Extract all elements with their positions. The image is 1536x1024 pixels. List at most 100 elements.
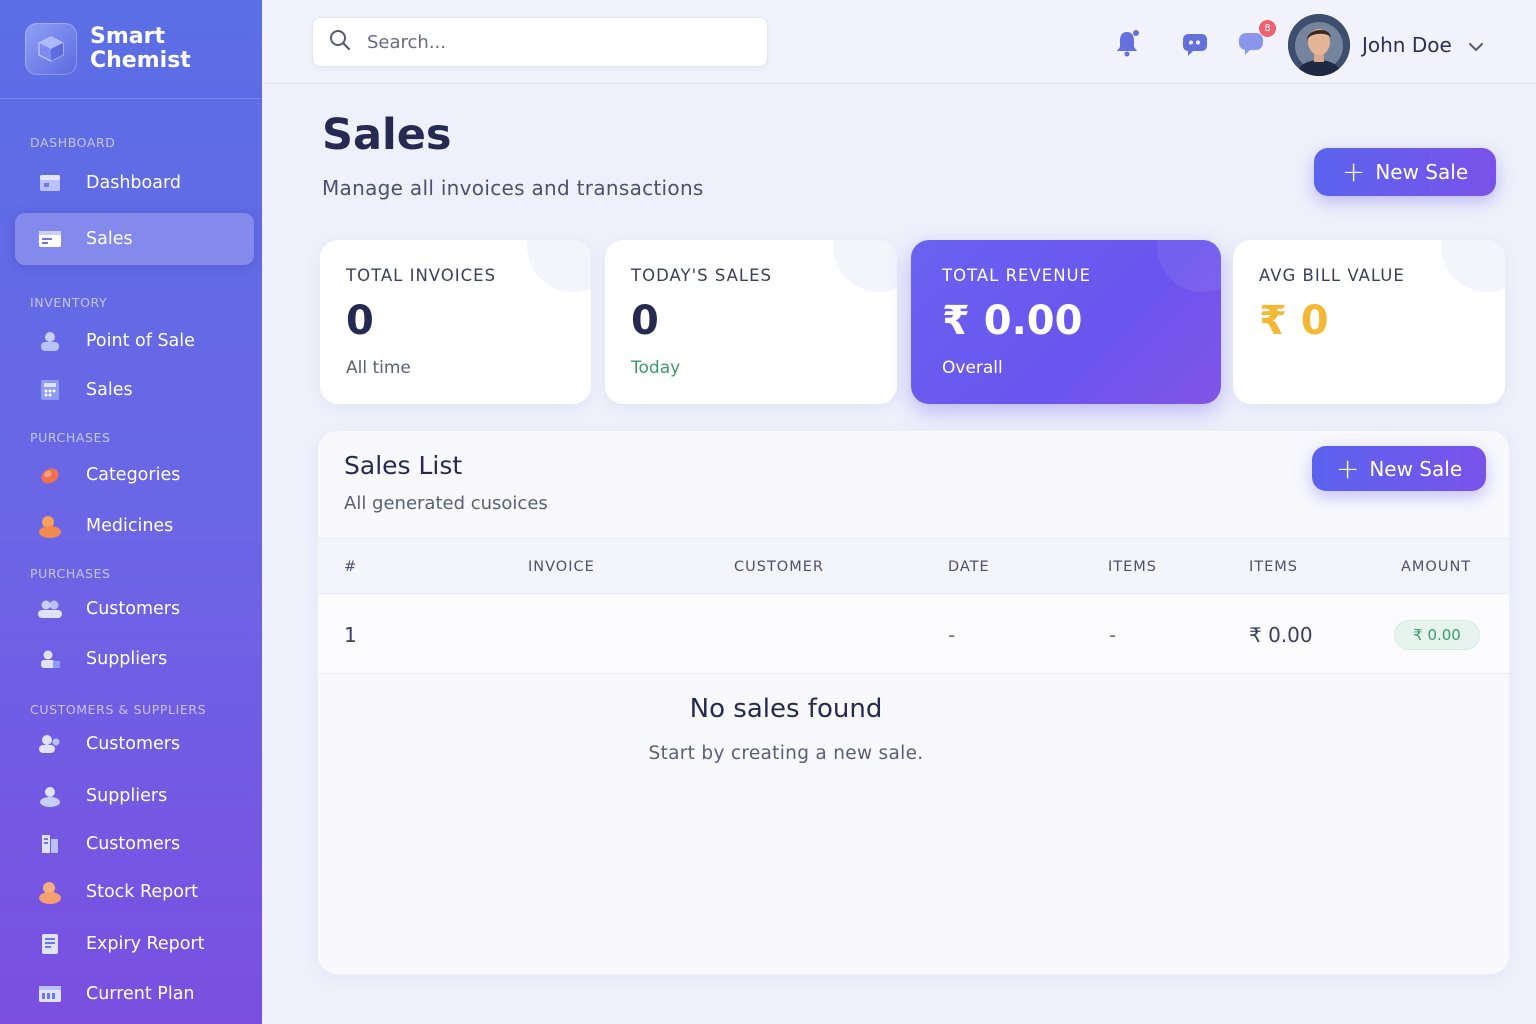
empty-state-subtitle: Start by creating a new sale. (648, 743, 924, 764)
categories-icon (37, 462, 63, 488)
page-subtitle: Manage all invoices and transactions (322, 176, 704, 200)
cell-items-2: ₹ 0.00 (1249, 623, 1313, 647)
col-amount[interactable]: AMOUNT (1401, 559, 1471, 575)
stat-sub: All time (346, 358, 411, 378)
sidebar-item-customers-report[interactable]: Customers (15, 818, 254, 870)
section-purchases-2: PURCHASES (30, 566, 111, 581)
bell-icon[interactable] (1112, 28, 1142, 58)
customers-icon (37, 596, 63, 622)
sidebar-item-point-of-sale[interactable]: Point of Sale (15, 315, 254, 367)
stat-value: ₹ 0 (1259, 298, 1329, 344)
sidebar-item-sales-active[interactable]: Sales (15, 213, 254, 265)
sidebar-item-label: Stock Report (86, 882, 199, 902)
avatar[interactable] (1288, 14, 1350, 76)
cell-items: - (1109, 623, 1117, 647)
stat-value: 0 (346, 298, 374, 344)
sidebar-item-sales-calc[interactable]: Sales (15, 364, 254, 416)
stat-card-total-revenue: TOTAL REVENUE ₹ 0.00 Overall (911, 240, 1221, 404)
suppliers-icon (37, 783, 63, 809)
sidebar-item-stock-report[interactable]: Stock Report (15, 866, 254, 918)
table-row[interactable]: 1 - - ₹ 0.00 ₹ 0.00 (318, 594, 1509, 674)
sidebar-item-current-plan[interactable]: Current Plan (15, 968, 254, 1020)
sidebar-item-dashboard[interactable]: Dashboard (15, 157, 254, 209)
sales-icon (37, 226, 63, 252)
customers-icon (37, 731, 63, 757)
stat-value: ₹ 0.00 (942, 298, 1083, 344)
sidebar-item-label: Medicines (86, 516, 174, 536)
brand-logo-icon (25, 23, 77, 75)
table-header: # INVOICE CUSTOMER DATE ITEMS ITEMS AMOU… (318, 538, 1509, 594)
empty-state-title: No sales found (689, 694, 883, 724)
plus-icon: + (1335, 451, 1360, 485)
sales-list-subtitle: All generated cusoices (344, 493, 548, 514)
new-sale-button[interactable]: + New Sale (1314, 148, 1496, 196)
new-sale-label: New Sale (1375, 160, 1469, 184)
section-purchases: PURCHASES (30, 430, 111, 445)
sidebar-item-label: Point of Sale (86, 331, 195, 351)
notification-badge: 8 (1259, 20, 1276, 37)
col-items[interactable]: ITEMS (1108, 559, 1157, 575)
sidebar-item-label: Customers (86, 599, 181, 619)
point-of-sale-icon (37, 328, 63, 354)
stock-report-icon (37, 879, 63, 905)
new-sale-label: New Sale (1369, 456, 1463, 481)
medicines-icon (37, 513, 63, 539)
search-icon (329, 29, 351, 55)
amount-badge: ₹ 0.00 (1394, 620, 1480, 650)
sidebar-item-medicines[interactable]: Medicines (15, 500, 254, 552)
sidebar-item-label: Dashboard (86, 173, 181, 193)
expiry-report-icon (37, 931, 63, 957)
sidebar-item-customers[interactable]: Customers (15, 583, 254, 635)
sidebar-item-suppliers[interactable]: Suppliers (15, 633, 254, 685)
stat-card-avg-bill-value: AVG BILL VALUE ₹ 0 (1233, 240, 1505, 404)
calculator-icon (37, 377, 63, 403)
chevron-down-icon[interactable] (1468, 38, 1484, 57)
sidebar: Smart Chemist DASHBOARD Dashboard Sales … (0, 0, 262, 1024)
sidebar-item-expiry-report[interactable]: Expiry Report (15, 918, 254, 970)
plus-icon: + (1341, 155, 1366, 188)
suppliers-icon (37, 646, 63, 672)
sidebar-item-label: Current Plan (86, 984, 195, 1004)
search-box[interactable] (312, 17, 768, 67)
current-plan-icon (37, 981, 63, 1007)
search-input[interactable] (367, 31, 727, 53)
sidebar-item-label: Categories (86, 465, 181, 485)
sidebar-item-customers-2[interactable]: Customers (15, 718, 254, 770)
col-customer[interactable]: CUSTOMER (734, 559, 824, 575)
col-date[interactable]: DATE (948, 559, 990, 575)
sidebar-item-label: Expiry Report (86, 934, 205, 954)
page-title: Sales (322, 110, 452, 160)
sidebar-item-label: Suppliers (86, 649, 168, 669)
cell-date: - (948, 623, 956, 647)
sidebar-item-label: Sales (86, 380, 133, 400)
section-customers-suppliers: CUSTOMERS & SUPPLIERS (30, 702, 207, 717)
sidebar-item-label: Customers (86, 734, 181, 754)
sidebar-item-suppliers-2[interactable]: Suppliers (15, 770, 254, 822)
sales-list-title: Sales List (344, 451, 463, 480)
sidebar-item-label: Suppliers (86, 786, 168, 806)
stat-sub: Overall (942, 358, 1003, 378)
section-dashboard: DASHBOARD (30, 135, 116, 150)
sidebar-item-categories[interactable]: Categories (15, 449, 254, 501)
new-sale-button-list[interactable]: + New Sale (1312, 446, 1486, 491)
brand-name: Smart Chemist (90, 24, 191, 73)
col-items-2[interactable]: ITEMS (1249, 559, 1298, 575)
sidebar-item-label: Customers (86, 834, 181, 854)
sidebar-item-label: Sales (86, 229, 133, 249)
stat-card-total-invoices: TOTAL INVOICES 0 All time (320, 240, 591, 404)
dashboard-icon (37, 170, 63, 196)
cell-number: 1 (344, 623, 357, 647)
stat-card-todays-sales: TODAY'S SALES 0 Today (605, 240, 897, 404)
col-number[interactable]: # (344, 559, 357, 575)
user-name[interactable]: John Doe (1362, 33, 1452, 57)
notifications-icon[interactable]: 8 (1236, 20, 1276, 58)
chat-icon[interactable] (1180, 28, 1210, 58)
stat-sub: Today (631, 358, 681, 378)
col-invoice[interactable]: INVOICE (528, 559, 595, 575)
customers-report-icon (37, 831, 63, 857)
brand[interactable]: Smart Chemist (0, 0, 262, 99)
topbar: 8 John Doe (262, 0, 1536, 84)
sales-list-panel: Sales List All generated cusoices + New … (317, 430, 1510, 975)
stat-value: 0 (631, 298, 659, 344)
section-inventory: INVENTORY (30, 295, 108, 310)
